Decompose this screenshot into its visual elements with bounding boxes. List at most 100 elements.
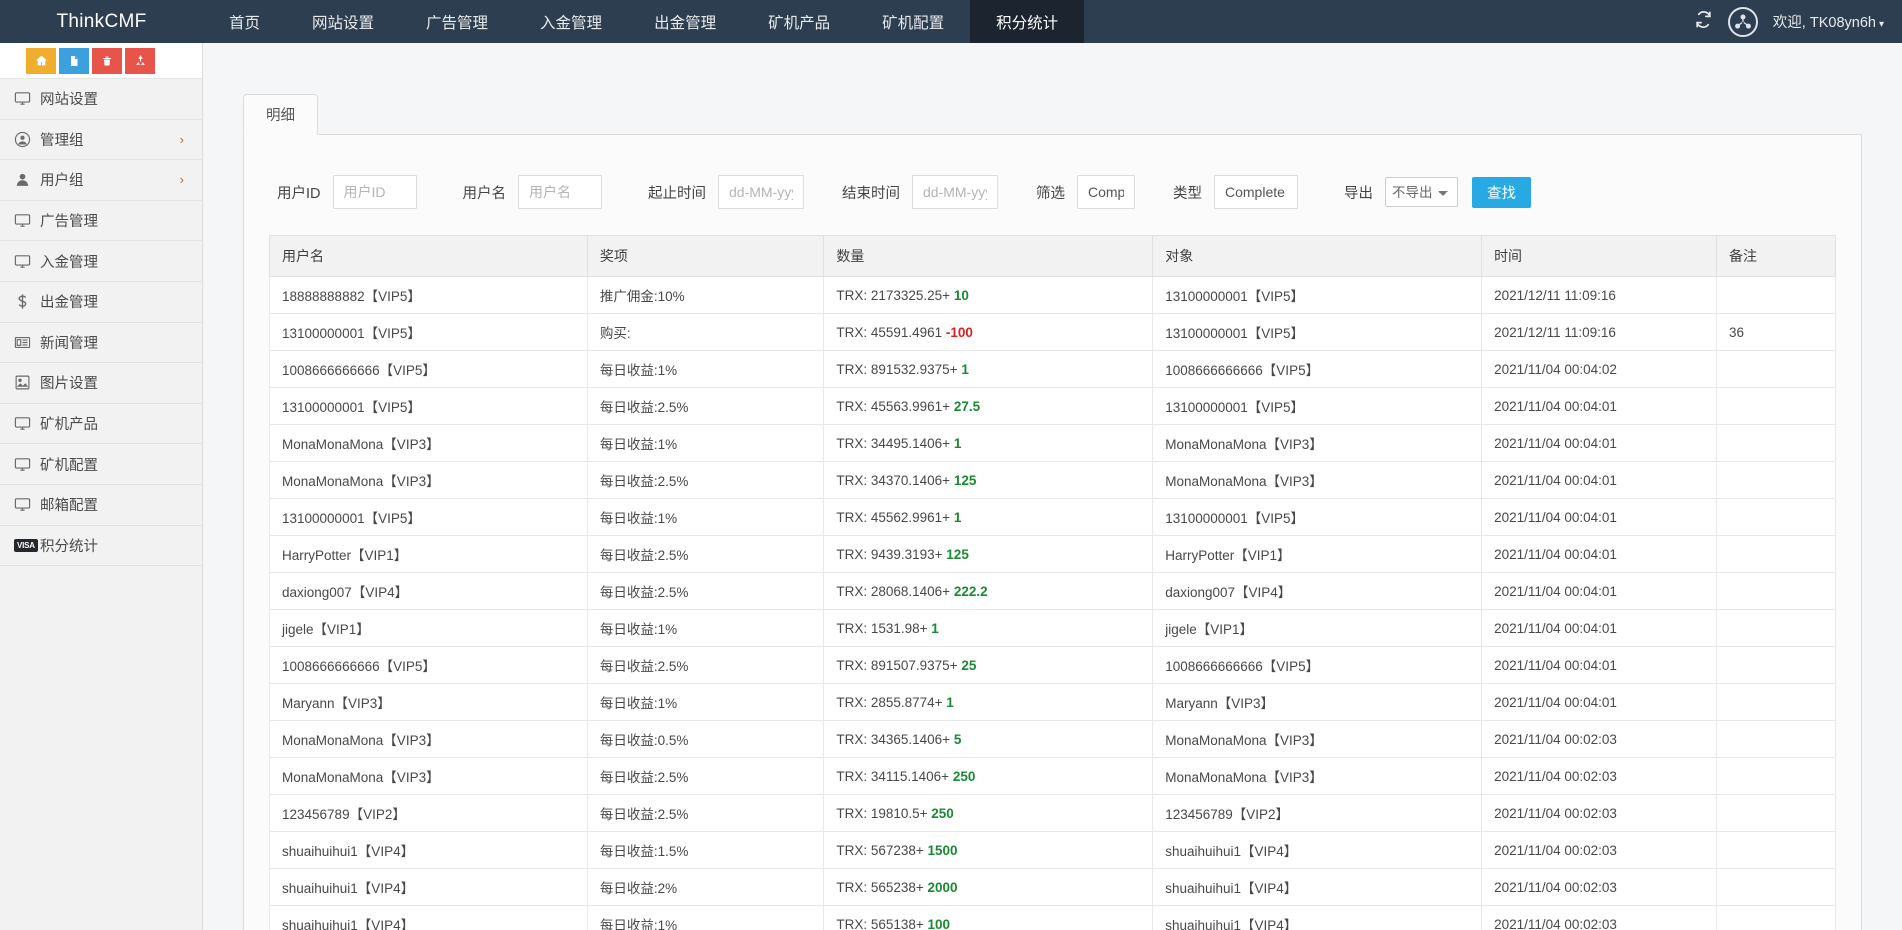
- quantity-delta: 125: [954, 473, 977, 488]
- start-time-input[interactable]: [718, 175, 804, 209]
- quantity-delta: 2000: [928, 880, 958, 895]
- sidebar-item-3[interactable]: 广告管理: [0, 201, 202, 242]
- cell-quantity: TRX: 567238+ 1500: [824, 832, 1153, 869]
- nav-link-6[interactable]: 矿机配置: [856, 0, 970, 43]
- cell-username: 13100000001【VIP5】: [270, 314, 588, 351]
- table-row[interactable]: 18888888882【VIP5】推广佣金:10%TRX: 2173325.25…: [270, 277, 1836, 314]
- table-header-cell-4: 时间: [1482, 236, 1717, 277]
- cell-note: [1716, 906, 1835, 930]
- table-row[interactable]: Maryann【VIP3】每日收益:1%TRX: 2855.8774+ 1Mar…: [270, 684, 1836, 721]
- cell-prize: 每日收益:0.5%: [587, 721, 823, 758]
- visa-badge: VISA: [14, 539, 38, 552]
- chevron-down-icon: ▾: [1879, 19, 1884, 30]
- sidebar-item-label: 网站设置: [40, 88, 98, 109]
- cell-time: 2021/11/04 00:04:01: [1482, 573, 1717, 610]
- table-row[interactable]: 1008666666666【VIP5】每日收益:2.5%TRX: 891507.…: [270, 647, 1836, 684]
- cell-object: MonaMonaMona【VIP3】: [1153, 462, 1482, 499]
- monitor-icon: [14, 212, 40, 229]
- table-row[interactable]: jigele【VIP1】每日收益:1%TRX: 1531.98+ 1jigele…: [270, 610, 1836, 647]
- table-row[interactable]: daxiong007【VIP4】每日收益:2.5%TRX: 28068.1406…: [270, 573, 1836, 610]
- user-id-label: 用户ID: [277, 182, 321, 203]
- visa-icon: VISA: [14, 539, 40, 552]
- quantity-base: TRX: 34365.1406+: [836, 732, 953, 747]
- table-header-cell-2: 数量: [824, 236, 1153, 277]
- sidebar-item-11[interactable]: VISA积分统计: [0, 526, 202, 567]
- cell-object: 13100000001【VIP5】: [1153, 314, 1482, 351]
- brand-logo[interactable]: ThinkCMF: [0, 0, 203, 43]
- user-menu[interactable]: 欢迎, TK08yn6h▾: [1773, 11, 1884, 32]
- sidebar-item-10[interactable]: 邮箱配置: [0, 485, 202, 526]
- sidebar-item-label: 图片设置: [40, 372, 98, 393]
- cell-username: shuaihuihui1【VIP4】: [270, 869, 588, 906]
- nav-link-4[interactable]: 出金管理: [628, 0, 742, 43]
- table-row[interactable]: 1008666666666【VIP5】每日收益:1%TRX: 891532.93…: [270, 351, 1836, 388]
- sidebar-item-7[interactable]: 图片设置: [0, 363, 202, 404]
- monitor-icon: [14, 253, 40, 270]
- cell-quantity: TRX: 34370.1406+ 125: [824, 462, 1153, 499]
- cell-prize: 每日收益:2%: [587, 869, 823, 906]
- table-row[interactable]: 123456789【VIP2】每日收益:2.5%TRX: 19810.5+ 25…: [270, 795, 1836, 832]
- table-row[interactable]: 13100000001【VIP5】每日收益:1%TRX: 45562.9961+…: [270, 499, 1836, 536]
- table-row[interactable]: 13100000001【VIP5】购买:TRX: 45591.4961 -100…: [270, 314, 1836, 351]
- screen-input[interactable]: [1077, 175, 1135, 209]
- sidebar-item-6[interactable]: 新闻管理: [0, 323, 202, 364]
- quantity-base: TRX: 565238+: [836, 880, 927, 895]
- table-row[interactable]: MonaMonaMona【VIP3】每日收益:2.5%TRX: 34370.14…: [270, 462, 1836, 499]
- home-icon[interactable]: [26, 48, 56, 74]
- refresh-icon[interactable]: [1694, 10, 1713, 33]
- cell-username: 18888888882【VIP5】: [270, 277, 588, 314]
- nav-link-1[interactable]: 网站设置: [286, 0, 400, 43]
- nav-link-7[interactable]: 积分统计: [970, 0, 1084, 43]
- quantity-delta: 27.5: [954, 399, 980, 414]
- tab-detail[interactable]: 明细: [243, 94, 318, 135]
- export-select[interactable]: 不导出: [1385, 177, 1458, 207]
- filter-screen: 筛选: [1036, 175, 1135, 209]
- table-row[interactable]: 13100000001【VIP5】每日收益:2.5%TRX: 45563.996…: [270, 388, 1836, 425]
- cell-username: daxiong007【VIP4】: [270, 573, 588, 610]
- cell-quantity: TRX: 2855.8774+ 1: [824, 684, 1153, 721]
- end-time-input[interactable]: [912, 175, 998, 209]
- cell-object: daxiong007【VIP4】: [1153, 573, 1482, 610]
- sidebar-item-9[interactable]: 矿机配置: [0, 444, 202, 485]
- table-row[interactable]: HarryPotter【VIP1】每日收益:2.5%TRX: 9439.3193…: [270, 536, 1836, 573]
- cell-prize: 购买:: [587, 314, 823, 351]
- sidebar-item-4[interactable]: 入金管理: [0, 241, 202, 282]
- table-row[interactable]: MonaMonaMona【VIP3】每日收益:1%TRX: 34495.1406…: [270, 425, 1836, 462]
- cell-username: MonaMonaMona【VIP3】: [270, 425, 588, 462]
- table-row[interactable]: MonaMonaMona【VIP3】每日收益:2.5%TRX: 34115.14…: [270, 758, 1836, 795]
- type-label: 类型: [1173, 182, 1202, 203]
- cell-object: shuaihuihui1【VIP4】: [1153, 832, 1482, 869]
- table-row[interactable]: shuaihuihui1【VIP4】每日收益:1%TRX: 565138+ 10…: [270, 906, 1836, 930]
- cell-username: 13100000001【VIP5】: [270, 388, 588, 425]
- nav-link-3[interactable]: 入金管理: [514, 0, 628, 43]
- sidebar-item-5[interactable]: 出金管理: [0, 282, 202, 323]
- image-icon: [14, 374, 40, 391]
- recycle-icon[interactable]: [125, 48, 155, 74]
- quantity-delta: -100: [946, 325, 973, 340]
- sidebar-item-2[interactable]: 用户组›: [0, 160, 202, 201]
- type-input[interactable]: [1214, 175, 1298, 209]
- user-name-label: 用户名: [463, 182, 507, 203]
- nav-link-0[interactable]: 首页: [203, 0, 286, 43]
- sidebar-item-0[interactable]: 网站设置: [0, 79, 202, 120]
- user-id-input[interactable]: [333, 175, 417, 209]
- cell-time: 2021/11/04 00:02:03: [1482, 758, 1717, 795]
- search-button[interactable]: 查找: [1472, 177, 1531, 208]
- table-row[interactable]: MonaMonaMona【VIP3】每日收益:0.5%TRX: 34365.14…: [270, 721, 1836, 758]
- cell-username: 123456789【VIP2】: [270, 795, 588, 832]
- user-name-input[interactable]: [518, 175, 602, 209]
- file-icon[interactable]: [59, 48, 89, 74]
- cell-object: 1008666666666【VIP5】: [1153, 351, 1482, 388]
- sidebar-item-8[interactable]: 矿机产品: [0, 404, 202, 445]
- nav-link-2[interactable]: 广告管理: [400, 0, 514, 43]
- filter-bar: 用户ID 用户名 起止时间 结束时间: [269, 163, 1836, 235]
- network-avatar-icon[interactable]: [1728, 7, 1758, 37]
- sidebar-item-1[interactable]: 管理组›: [0, 120, 202, 161]
- table-row[interactable]: shuaihuihui1【VIP4】每日收益:2% TRX: 565238+ 20…: [270, 869, 1836, 906]
- start-time-label: 起止时间: [648, 182, 706, 203]
- nav-link-5[interactable]: 矿机产品: [742, 0, 856, 43]
- cell-username: MonaMonaMona【VIP3】: [270, 462, 588, 499]
- table-row[interactable]: shuaihuihui1【VIP4】每日收益:1.5%TRX: 567238+ …: [270, 832, 1836, 869]
- cell-note: [1716, 647, 1835, 684]
- trash-icon[interactable]: [92, 48, 122, 74]
